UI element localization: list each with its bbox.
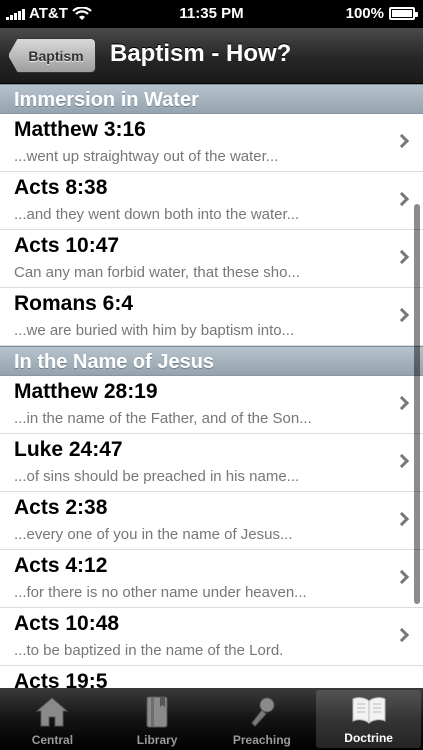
tab-bar: Central Library Preaching Doctrine <box>0 688 423 750</box>
chevron-right-icon <box>394 307 410 323</box>
tab-central[interactable]: Central <box>0 688 105 750</box>
battery-fill <box>392 10 412 17</box>
chevron-right-icon <box>394 453 410 469</box>
chevron-right-icon <box>394 133 410 149</box>
verse-excerpt: ...every one of you in the name of Jesus… <box>14 526 293 543</box>
chevron-right-icon <box>394 569 410 585</box>
battery-percent: 100% <box>345 5 384 22</box>
verse-reference: Acts 8:38 <box>14 176 108 199</box>
section-header: In the Name of Jesus <box>0 346 423 376</box>
verse-reference: Acts 10:47 <box>14 234 120 257</box>
microphone-icon <box>251 697 275 727</box>
verse-excerpt: ...of sins should be preached in his nam… <box>14 468 300 485</box>
verse-reference: Acts 10:48 <box>14 612 120 635</box>
section-header: Immersion in Water <box>0 84 423 114</box>
list-item[interactable]: Acts 10:47 Can any man forbid water, tha… <box>0 230 423 288</box>
open-book-icon <box>352 697 386 725</box>
list-item[interactable]: Matthew 28:19 ...in the name of the Fath… <box>0 376 423 434</box>
verse-excerpt: ...for there is no other name under heav… <box>14 584 307 601</box>
list-item[interactable]: Acts 19:5 <box>0 666 423 688</box>
list-item[interactable]: Acts 10:48 ...to be baptized in the name… <box>0 608 423 666</box>
chevron-right-icon <box>394 191 410 207</box>
scroll-indicator[interactable] <box>414 204 420 604</box>
list-item[interactable]: Luke 24:47 ...of sins should be preached… <box>0 434 423 492</box>
battery-icon <box>389 7 418 20</box>
tab-preaching[interactable]: Preaching <box>210 688 315 750</box>
chevron-right-icon <box>394 511 410 527</box>
verse-reference: Acts 19:5 <box>14 670 108 688</box>
chevron-right-icon <box>394 627 410 643</box>
tab-label: Doctrine <box>344 731 393 745</box>
verse-excerpt: ...went up straightway out of the water.… <box>14 148 279 165</box>
verse-list[interactable]: Immersion in Water Matthew 3:16 ...went … <box>0 84 423 688</box>
list-item[interactable]: Acts 4:12 ...for there is no other name … <box>0 550 423 608</box>
house-icon <box>36 697 69 727</box>
verse-excerpt: ...and they went down both into the wate… <box>14 206 300 223</box>
verse-excerpt: ...in the name of the Father, and of the… <box>14 410 312 427</box>
list-item[interactable]: Romans 6:4 ...we are buried with him by … <box>0 288 423 346</box>
chevron-right-icon <box>394 395 410 411</box>
verse-reference: Acts 4:12 <box>14 554 108 577</box>
back-button[interactable]: Baptism <box>8 38 96 73</box>
verse-reference: Acts 2:38 <box>14 496 108 519</box>
list-item[interactable]: Acts 8:38 ...and they went down both int… <box>0 172 423 230</box>
verse-reference: Matthew 3:16 <box>14 118 146 141</box>
list-item[interactable]: Matthew 3:16 ...went up straightway out … <box>0 114 423 172</box>
chevron-right-icon <box>394 249 410 265</box>
tab-doctrine[interactable]: Doctrine <box>316 690 421 748</box>
verse-reference: Romans 6:4 <box>14 292 134 315</box>
verse-excerpt: Can any man forbid water, that these sho… <box>14 264 300 281</box>
list-item[interactable]: Acts 2:38 ...every one of you in the nam… <box>0 492 423 550</box>
status-bar: AT&T 11:35 PM 100% <box>0 0 423 28</box>
navigation-bar: Baptism Baptism - How? <box>0 28 423 84</box>
tab-label: Library <box>136 733 178 747</box>
verse-excerpt: ...we are buried with him by baptism int… <box>14 322 295 339</box>
verse-excerpt: ...to be baptized in the name of the Lor… <box>14 642 284 659</box>
verse-reference: Matthew 28:19 <box>14 380 158 403</box>
tab-label: Central <box>31 733 74 747</box>
status-right: 100% <box>345 5 418 22</box>
tab-label: Preaching <box>232 733 291 747</box>
book-icon <box>146 696 168 728</box>
verse-reference: Luke 24:47 <box>14 438 123 461</box>
tab-library[interactable]: Library <box>105 688 210 750</box>
page-title: Baptism - How? <box>110 40 292 67</box>
